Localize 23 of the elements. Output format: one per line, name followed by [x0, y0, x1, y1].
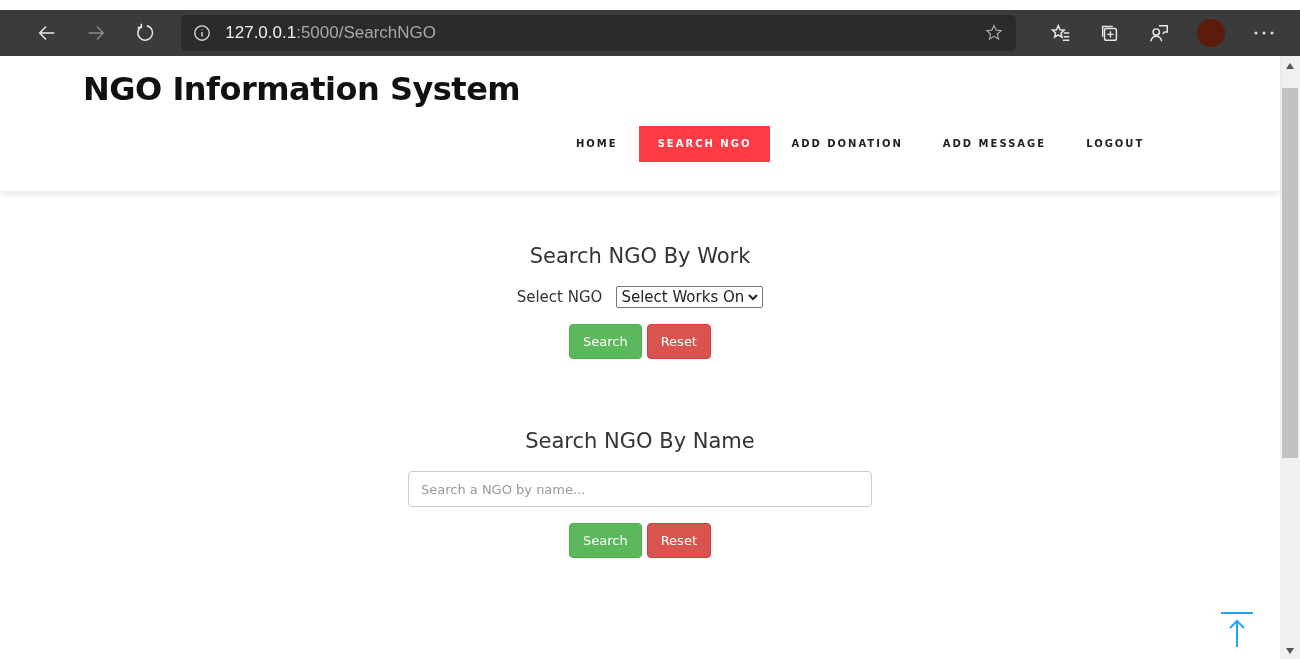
back-to-top-icon[interactable] [1220, 611, 1254, 649]
scrollbar[interactable] [1280, 56, 1300, 659]
address-bar[interactable]: 127.0.0.1:5000/SearchNGO [181, 15, 1017, 51]
favorite-star-icon[interactable] [984, 23, 1005, 43]
works-dropdown[interactable]: Select Works On [616, 286, 764, 308]
reset-button[interactable]: Reset [646, 324, 711, 359]
search-field[interactable]: Search a NGO by name... [408, 471, 872, 507]
nav-link[interactable]: HOME [557, 126, 637, 162]
site-title: NGO Information System [83, 70, 521, 108]
nav-link[interactable]: LOGOUT [1067, 126, 1164, 162]
url-path: :5000/SearchNGO [296, 23, 437, 43]
section-heading: Search NGO By Name [525, 429, 755, 453]
caret-icon [748, 293, 759, 301]
scroll-up-icon[interactable] [1285, 62, 1295, 70]
reset-button[interactable]: Reset [646, 523, 711, 558]
select-label: Select NGO [516, 288, 603, 306]
url-host: 127.0.0.1 [225, 23, 297, 43]
info-icon [193, 24, 212, 42]
section-heading: Search NGO By Work [529, 244, 751, 268]
nav-link[interactable]: ADD MESSAGE [923, 126, 1066, 162]
scroll-down-icon[interactable] [1285, 647, 1295, 655]
nav-link[interactable]: SEARCH NGO [638, 126, 771, 162]
nav-link[interactable]: ADD DONATION [772, 126, 922, 162]
